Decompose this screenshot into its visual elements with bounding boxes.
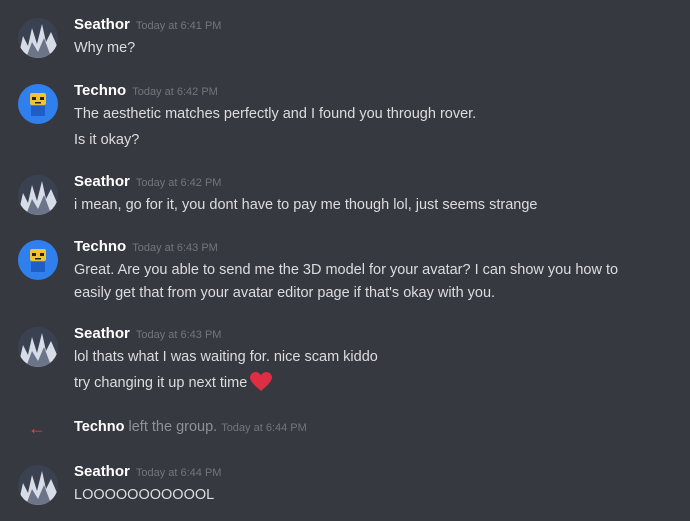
message-text: try changing it up next time [74, 372, 674, 399]
red-heart-emoji[interactable] [250, 372, 273, 399]
timestamp: Today at 6:44 PM [221, 422, 307, 434]
message-text: easily get that from your avatar editor … [74, 285, 496, 301]
leave-arrow-icon: ← [28, 418, 46, 438]
timestamp: Today at 6:41 PM [135, 20, 222, 32]
seathor-avatar[interactable] [18, 327, 58, 367]
message-text: The aesthetic matches perfectly and I fo… [74, 106, 477, 122]
system-action-text: left the group. [124, 419, 218, 435]
message-text: lol thats what I was waiting for. nice s… [74, 349, 378, 365]
seathor-avatar[interactable] [18, 465, 58, 505]
techno-avatar[interactable] [18, 240, 58, 280]
timestamp: Today at 6:44 PM [135, 467, 222, 479]
seathor-avatar[interactable] [18, 175, 58, 215]
message-text: Is it okay? [74, 132, 140, 148]
author-name[interactable]: Seathor [74, 325, 130, 342]
message-text-inline: try changing it up next time [74, 375, 248, 391]
timestamp: Today at 6:42 PM [135, 177, 222, 189]
timestamp: Today at 6:43 PM [135, 329, 222, 341]
message-text: Why me? [74, 40, 136, 56]
author-name[interactable]: Seathor [74, 173, 130, 190]
author-name[interactable]: Techno [74, 82, 126, 99]
seathor-avatar[interactable] [18, 18, 58, 58]
system-author-name[interactable]: Techno [74, 419, 124, 435]
timestamp: Today at 6:42 PM [132, 86, 218, 98]
message-text: i mean, go for it, you dont have to pay … [74, 197, 538, 213]
author-name[interactable]: Seathor [74, 463, 130, 480]
message-text: LOOOOOOOOOOOL [74, 487, 215, 503]
techno-avatar[interactable] [18, 84, 58, 124]
author-name[interactable]: Techno [74, 238, 126, 255]
message-text: Great. Are you able to send me the 3D mo… [74, 262, 619, 278]
timestamp: Today at 6:43 PM [132, 242, 218, 254]
author-name[interactable]: Seathor [74, 16, 130, 33]
